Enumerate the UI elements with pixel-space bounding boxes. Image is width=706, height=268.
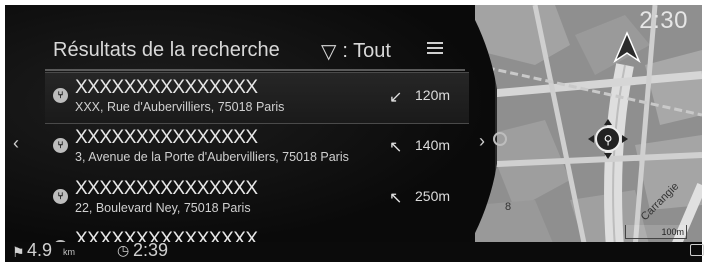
result-address: XXX, Rue d'Aubervilliers, 75018 Paris (75, 100, 285, 114)
map-scale: 100m (625, 225, 687, 239)
message-icon[interactable] (690, 244, 704, 256)
restaurant-icon: ⑂ (53, 138, 68, 153)
header-divider (45, 69, 465, 71)
remaining-distance-unit: km (63, 247, 75, 257)
page-title: Résultats de la recherche (53, 39, 280, 61)
clock-icon: ◷ (117, 242, 130, 258)
destination-flag-icon: ⚑ (12, 244, 25, 260)
svg-text:8: 8 (505, 201, 511, 213)
direction-arrow-icon: ↙ (389, 89, 403, 106)
map-graphic: ⚲ 8 Carrangie (475, 5, 702, 248)
results-list-panel: Résultats de la recherche ▽ : Tout ⑂ XXX… (5, 5, 497, 248)
filter-icon: ▽ (321, 41, 337, 63)
result-distance: 140m (415, 137, 451, 153)
chevron-right-icon[interactable]: › (479, 131, 485, 152)
chevron-left-icon[interactable]: ‹ (13, 133, 19, 154)
svg-text:⚲: ⚲ (604, 133, 613, 147)
list-item[interactable]: ⑂ XXXXXXXXXXXXXXX XXX, Rue d'Aubervillie… (45, 72, 469, 124)
result-address: 22, Boulevard Ney, 75018 Paris (75, 201, 251, 215)
direction-arrow-icon: ↖ (389, 190, 403, 207)
result-distance: 250m (415, 188, 451, 204)
list-item[interactable]: ⑂ XXXXXXXXXXXXXXX 22, Boulevard Ney, 750… (45, 174, 469, 224)
status-bar: ⚑ 4.9 km ◷ 2:39 (5, 240, 704, 262)
remaining-distance: 4.9 (27, 240, 53, 260)
result-name: XXXXXXXXXXXXXXX (75, 178, 258, 199)
restaurant-icon: ⑂ (53, 88, 68, 103)
navigation-panel: ⚲ 8 Carrangie 100m 2:30 Résultats de la … (5, 5, 702, 248)
clock: 2:30 (639, 7, 688, 34)
list-menu-icon[interactable] (427, 42, 443, 56)
restaurant-icon: ⑂ (53, 189, 68, 204)
result-name: XXXXXXXXXXXXXXX (75, 127, 258, 148)
result-name: XXXXXXXXXXXXXXX (75, 77, 258, 98)
map-toggle-knob[interactable] (493, 132, 507, 146)
list-item[interactable]: ⑂ XXXXXXXXXXXXXXX 3, Avenue de la Porte … (45, 123, 469, 173)
filter-label: : Tout (342, 40, 391, 62)
result-distance: 120m (415, 87, 451, 103)
filter-button[interactable]: ▽ : Tout (321, 39, 391, 64)
screen: ⚲ 8 Carrangie 100m 2:30 Résultats de la … (0, 0, 706, 268)
result-address: 3, Avenue de la Porte d'Aubervilliers, 7… (75, 150, 349, 164)
direction-arrow-icon: ↖ (389, 139, 403, 156)
arrival-time: 2:39 (133, 240, 169, 260)
map-view[interactable]: ⚲ 8 Carrangie 100m (475, 5, 702, 248)
